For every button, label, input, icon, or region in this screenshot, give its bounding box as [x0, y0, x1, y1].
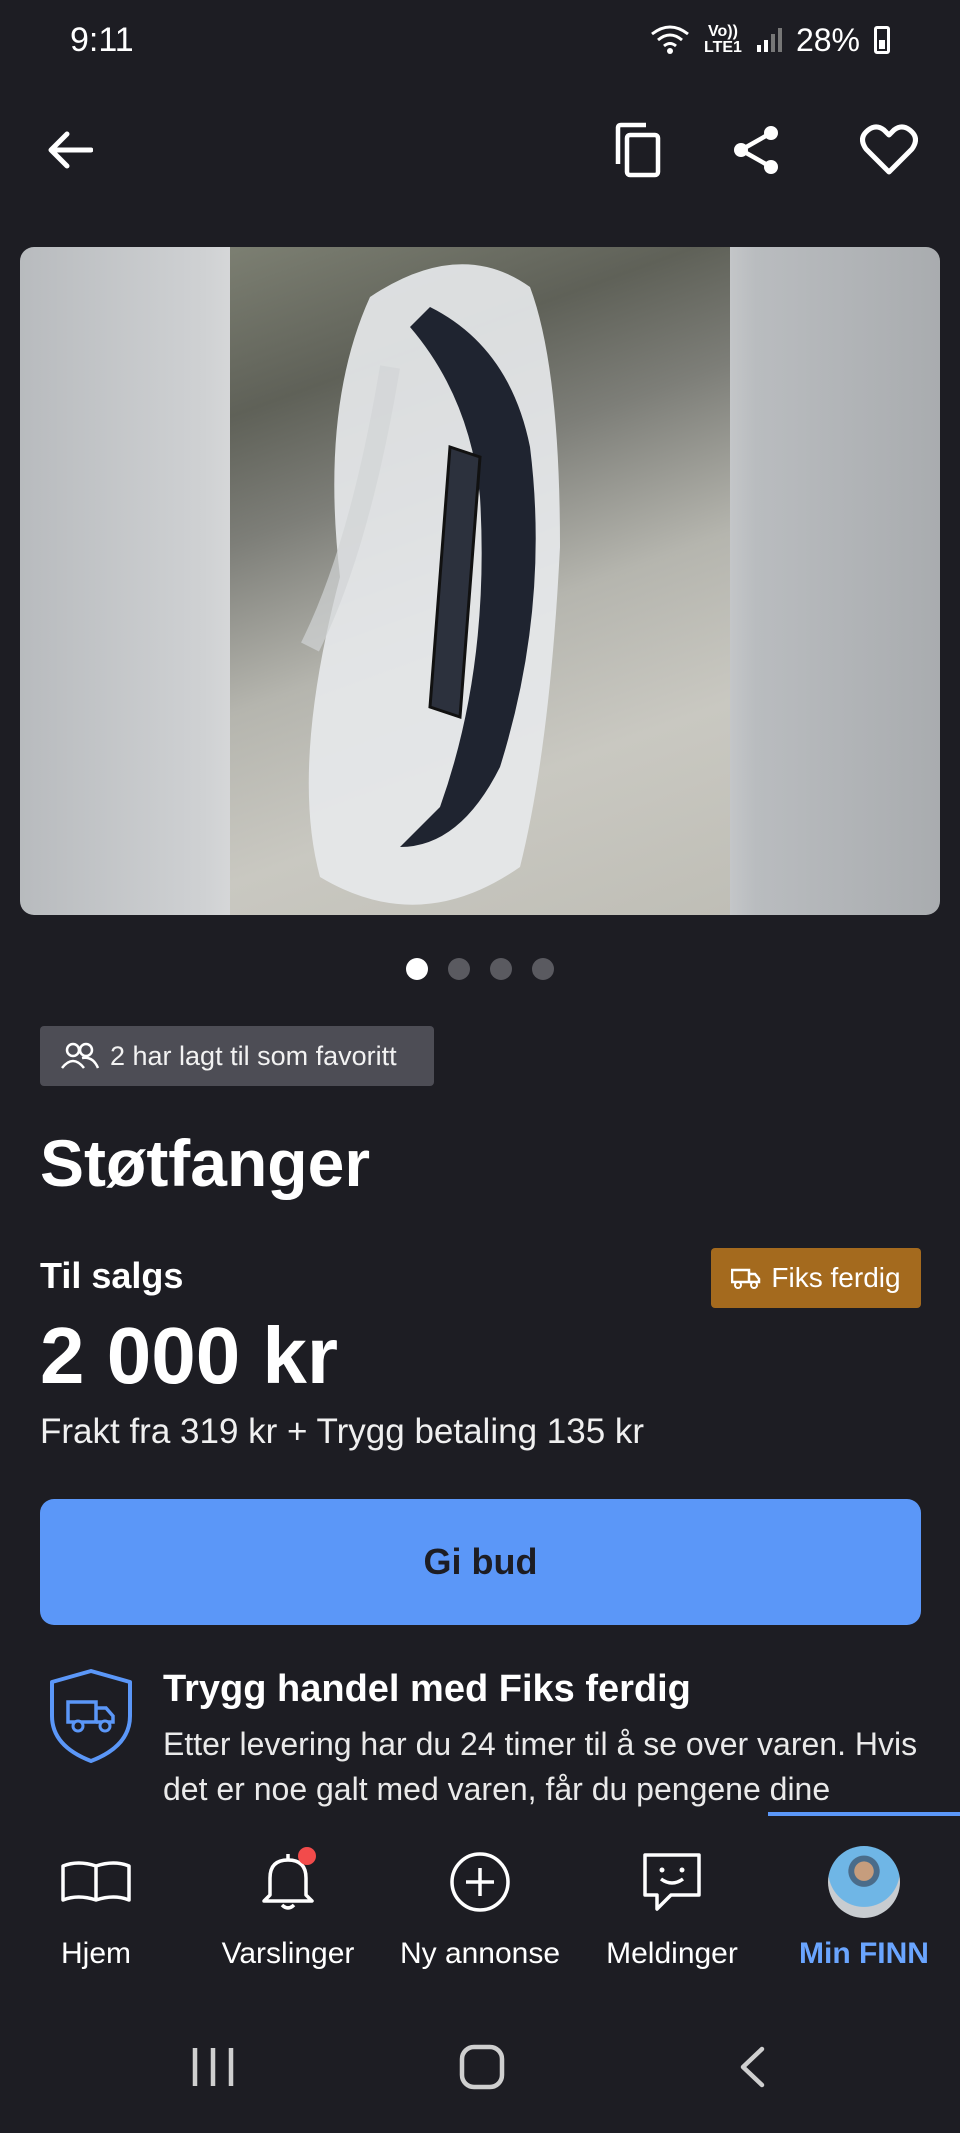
nav-item-home[interactable]: Hjem	[0, 1820, 192, 1990]
network-type: Vo)) LTE1	[704, 23, 742, 56]
system-navigation	[0, 1990, 960, 2133]
copy-button[interactable]	[605, 118, 669, 182]
bottom-navigation: Hjem Varslinger Ny annonse Meldinger Min…	[0, 1820, 960, 1990]
fiks-ferdig-badge: Fiks ferdig	[711, 1248, 921, 1308]
top-app-bar	[0, 100, 960, 200]
back-button[interactable]	[38, 118, 102, 182]
carousel-dot[interactable]	[490, 958, 512, 980]
nav-label: Meldinger	[606, 1937, 738, 1970]
plus-circle-icon	[440, 1847, 520, 1917]
nav-item-messages[interactable]: Meldinger	[576, 1820, 768, 1990]
bumper-photo	[301, 264, 560, 905]
nav-item-notifications[interactable]: Varslinger	[192, 1820, 384, 1990]
shield-truck-icon	[50, 1669, 132, 1763]
listing-photo[interactable]	[20, 247, 940, 915]
book-icon	[56, 1847, 136, 1917]
bell-icon	[248, 1847, 328, 1917]
status-bar: 9:11 Vo)) LTE1 28%	[0, 0, 960, 80]
share-button[interactable]	[725, 118, 789, 182]
carousel-dot[interactable]	[532, 958, 554, 980]
nav-item-new-ad[interactable]: Ny annonse	[384, 1820, 576, 1990]
photo-content	[230, 247, 730, 915]
status-icons: Vo)) LTE1 28%	[650, 22, 890, 59]
nav-label: Hjem	[60, 1937, 131, 1970]
carousel-indicator	[0, 958, 960, 980]
safe-trade-text: Etter levering har du 24 timer til å se …	[163, 1726, 918, 1807]
favorites-text: 2 har lagt til som favoritt	[110, 1040, 397, 1071]
nav-label: Ny annonse	[399, 1937, 561, 1970]
favorite-button[interactable]	[857, 118, 921, 182]
shipping-info: Frakt fra 319 kr + Trygg betaling 135 kr	[40, 1412, 645, 1451]
people-icon	[61, 1042, 100, 1069]
scroll-divider	[768, 1812, 960, 1816]
home-icon[interactable]	[459, 2044, 505, 2090]
avatar	[824, 1846, 904, 1918]
nav-label: Varslinger	[221, 1937, 355, 1970]
nav-label: Min FINN	[799, 1937, 929, 1970]
avatar-image	[828, 1846, 900, 1918]
copy-icon	[615, 122, 661, 178]
nav-item-my-finn[interactable]: Min FINN	[768, 1820, 960, 1990]
safe-trade-title: Trygg handel med Fiks ferdig	[163, 1668, 691, 1710]
chat-icon	[632, 1847, 712, 1917]
listing-price: 2 000 kr	[40, 1311, 339, 1400]
share-icon	[734, 126, 778, 174]
delivery-truck-icon	[731, 1268, 761, 1289]
battery-percent: 28%	[795, 21, 860, 58]
sale-type-label: Til salgs	[40, 1255, 184, 1296]
arrow-left-icon	[48, 131, 93, 169]
heart-icon	[860, 124, 918, 175]
make-bid-button[interactable]: Gi bud	[40, 1499, 921, 1625]
battery-icon	[874, 26, 890, 54]
back-nav-icon[interactable]	[738, 2046, 766, 2088]
signal-icon	[756, 28, 782, 52]
listing-title: Støtfanger	[40, 1126, 370, 1200]
notification-dot	[298, 1847, 316, 1865]
carousel-dot[interactable]	[406, 958, 428, 980]
carousel-dot[interactable]	[448, 958, 470, 980]
fiks-badge-label: Fiks ferdig	[771, 1262, 901, 1293]
status-time: 9:11	[70, 20, 134, 59]
favorites-badge: 2 har lagt til som favoritt	[40, 1026, 434, 1086]
wifi-icon	[651, 25, 689, 54]
recent-apps-icon[interactable]	[190, 2046, 236, 2088]
